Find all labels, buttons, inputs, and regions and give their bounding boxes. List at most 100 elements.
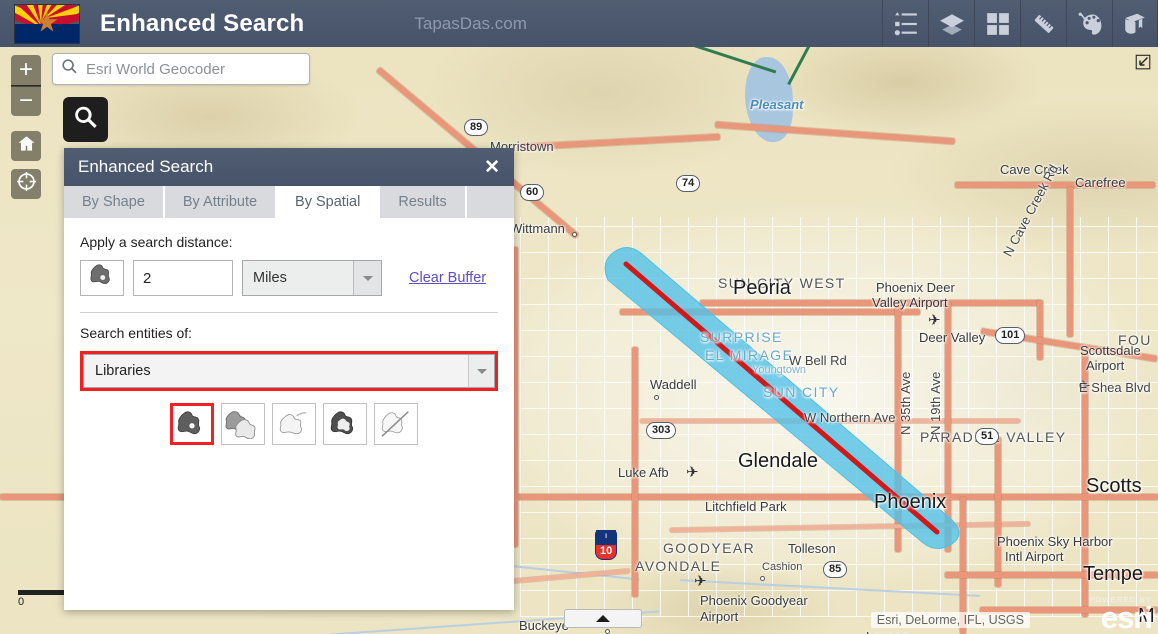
close-icon[interactable]: ✕ [484, 158, 500, 177]
header-toolbar [882, 0, 1158, 47]
map-label-northern-ave: W Northern Ave [804, 410, 896, 425]
spatial-rel-intersects-button[interactable] [170, 403, 214, 445]
tab-by-attribute[interactable]: By Attribute [164, 186, 278, 218]
map-label-tolleson: Tolleson [788, 541, 836, 556]
geocoder-search-box[interactable] [52, 53, 310, 85]
locate-icon [16, 172, 36, 196]
map-label-phoenix: Phoenix [874, 491, 947, 513]
interstate-number: 10 [600, 545, 613, 557]
road-vertical-cavecreek [1067, 187, 1073, 337]
clear-buffer-link[interactable]: Clear Buffer [409, 270, 486, 286]
esri-logo: POWERED BY esri [1089, 595, 1153, 634]
map-label-cashion: Cashion [762, 561, 803, 573]
map-label-surprise: SURPRISE [700, 329, 783, 345]
esri-wordmark: esri [1100, 600, 1153, 634]
route-shield-89: 89 [464, 119, 489, 136]
map-label-valley-airport: Valley Airport [872, 295, 948, 310]
tab-filler [466, 186, 514, 218]
map-label-el-mirage: EL MIRAGE [705, 347, 794, 363]
panel-tabs: By Shape By Attribute By Spatial Results [64, 186, 514, 218]
enhanced-search-panel: Enhanced Search ✕ By Shape By Attribute … [64, 148, 514, 610]
chevron-down-icon[interactable] [468, 355, 494, 387]
zoom-in-label: + [18, 56, 33, 83]
draw-buffer-button[interactable] [80, 260, 124, 296]
ruler-measure-icon[interactable] [1020, 0, 1066, 47]
search-distance-input[interactable] [133, 260, 233, 296]
route-shield-85: 85 [823, 561, 848, 578]
interstate-banner: I [596, 530, 617, 545]
city-dot [605, 629, 610, 634]
spatial-rel-overlaps-button[interactable] [221, 403, 265, 445]
search-distance-row: Miles Clear Buffer [80, 260, 498, 296]
panel-header: Enhanced Search ✕ [64, 148, 514, 186]
tab-by-shape[interactable]: By Shape [64, 186, 165, 218]
map-label-buckeye: Buckeye [519, 618, 569, 633]
spatial-rel-contains-button[interactable] [323, 403, 367, 445]
route-shield-60: 60 [520, 184, 545, 201]
map-label-shea-blvd: E Shea Blvd [1079, 380, 1151, 395]
spatial-rel-crosses-button[interactable] [374, 403, 418, 445]
legend-icon[interactable] [882, 0, 928, 47]
map-label-sun-city: SUN CITY [763, 384, 840, 400]
map-label-sky-harbor-2: Intl Airport [1005, 549, 1064, 564]
zoom-out-button[interactable]: − [11, 86, 41, 116]
section-divider [80, 312, 498, 313]
entity-select-highlight: Libraries [80, 351, 498, 391]
bookmark-icon[interactable] [1112, 0, 1158, 47]
map-label-luke-afb: Luke Afb [618, 465, 669, 480]
basemap-grid-icon[interactable] [974, 0, 1020, 47]
spatial-rel-touches-button[interactable] [272, 403, 316, 445]
map-label-water: Pleasant [750, 97, 804, 112]
search-icon [73, 104, 99, 135]
app-header: Enhanced Search TapasDas.com [0, 0, 1158, 47]
layers-icon[interactable] [928, 0, 974, 47]
arizona-flag-logo [14, 3, 80, 44]
airport-icon: ✈ [686, 464, 699, 481]
panel-title: Enhanced Search [78, 157, 214, 176]
map-label-peoria: Peoria [733, 277, 791, 299]
tab-by-spatial[interactable]: By Spatial [277, 186, 381, 218]
blob-draw-icon [86, 263, 118, 294]
distance-unit-select[interactable]: Miles [242, 260, 382, 296]
entity-select[interactable]: Libraries [83, 354, 495, 388]
spatial-relationship-row [80, 403, 498, 445]
tab-results[interactable]: Results [380, 186, 467, 218]
zoom-in-button[interactable]: + [11, 55, 41, 85]
locate-button[interactable] [11, 169, 41, 199]
search-icon [61, 58, 78, 80]
resize-corner-icon[interactable] [1134, 53, 1152, 71]
road-sr51 [995, 437, 1001, 587]
home-button[interactable] [11, 131, 41, 161]
loop-101-north [1037, 300, 1043, 360]
map-label-deer-valley: Deer Valley [919, 330, 986, 345]
brand-watermark: TapasDas.com [414, 13, 527, 33]
distance-unit-value: Miles [253, 270, 287, 286]
entity-select-value: Libraries [95, 363, 151, 379]
route-shield-i10: I 10 [595, 530, 618, 560]
map-label-litchfield-park: Litchfield Park [705, 499, 787, 514]
map-label-scottsdale: Scotts [1086, 475, 1142, 497]
attribute-table-toggle[interactable] [564, 609, 642, 628]
route-shield-74: 74 [676, 175, 701, 192]
enhanced-search-toggle-button[interactable] [63, 97, 108, 142]
search-input[interactable] [86, 60, 301, 78]
map-label-fountain-hills: FOU [1118, 332, 1152, 348]
map-label-35th-ave: N 35th Ave [898, 371, 913, 435]
airport-icon: ✈ [694, 573, 707, 590]
city-dot [654, 395, 659, 400]
zoom-out-label: − [18, 87, 33, 114]
map-label-wittmann: Wittmann [510, 221, 565, 236]
route-shield-101: 101 [995, 327, 1026, 344]
chevron-down-icon[interactable] [353, 261, 381, 295]
map-label-phoenix-deer: Phoenix Deer [876, 280, 955, 295]
map-label-waddell: Waddell [650, 377, 697, 392]
draw-palette-icon[interactable] [1066, 0, 1112, 47]
search-entities-label: Search entities of: [80, 325, 193, 341]
map-label-carefree: Carefree [1075, 175, 1126, 190]
map-label-phoenix-goodyear: Phoenix Goodyear [700, 593, 808, 608]
city-dot [760, 576, 765, 581]
panel-body: Apply a search distance: Miles Clear Buf [64, 218, 514, 610]
route-shield-51: 51 [975, 428, 1000, 445]
map-label-19th-ave: N 19th Ave [928, 371, 943, 435]
map-label-sky-harbor: Phoenix Sky Harbor [997, 534, 1113, 549]
